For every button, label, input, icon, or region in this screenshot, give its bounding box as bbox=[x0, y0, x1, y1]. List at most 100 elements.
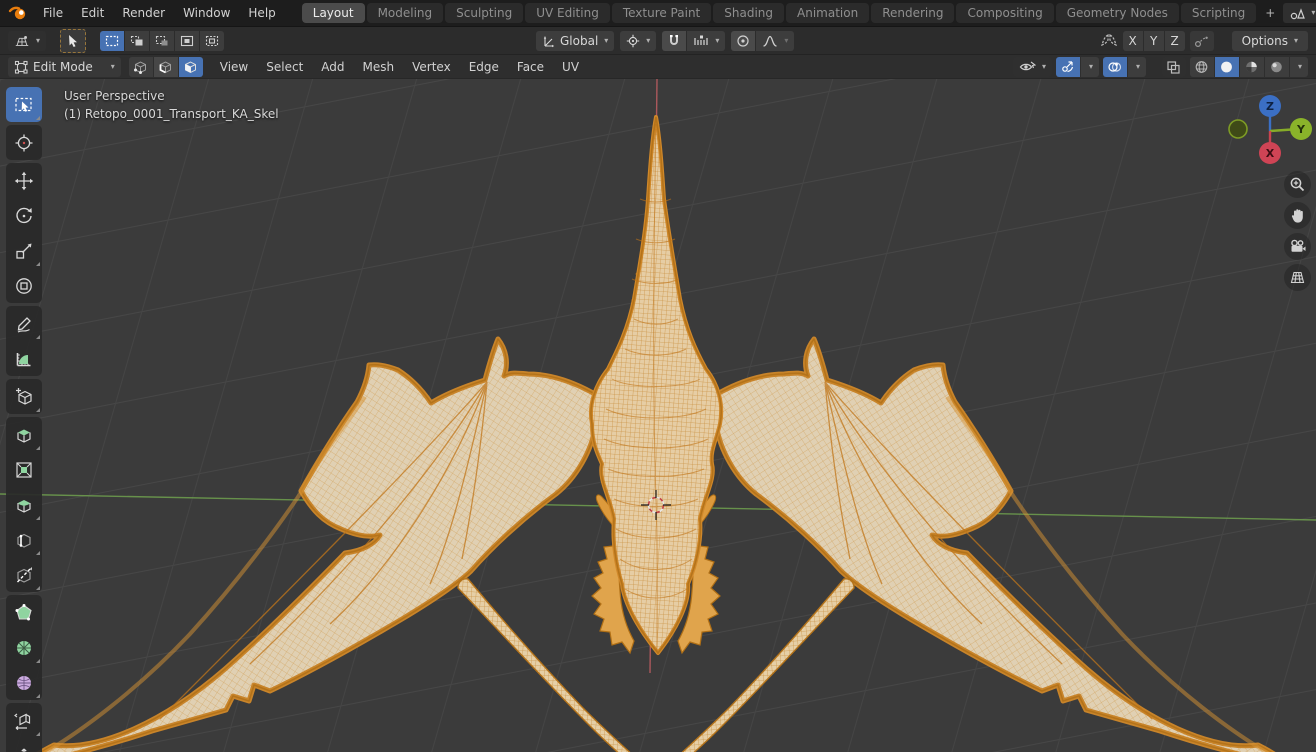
tool-edge-slide[interactable] bbox=[6, 703, 42, 738]
orthographic-toggle-button[interactable] bbox=[1284, 264, 1311, 291]
tool-shrink-fatten[interactable] bbox=[6, 738, 42, 752]
select-mode-subtract[interactable] bbox=[150, 30, 175, 51]
edit-mode-icon bbox=[14, 60, 29, 74]
editor-type-selector[interactable]: ▾ bbox=[8, 30, 47, 51]
menu-select[interactable]: Select bbox=[257, 58, 312, 76]
visibility-eye-icon bbox=[1019, 60, 1036, 73]
tab-animation[interactable]: Animation bbox=[786, 3, 870, 23]
select-mode-intersect[interactable] bbox=[200, 30, 225, 51]
tool-extrude-region[interactable] bbox=[6, 417, 42, 452]
tool-scale[interactable] bbox=[6, 233, 42, 268]
menu-vertex[interactable]: Vertex bbox=[403, 58, 460, 76]
mirror-x-button[interactable]: X bbox=[1122, 30, 1143, 51]
face-select-mode[interactable] bbox=[178, 56, 203, 77]
tool-poly-build[interactable] bbox=[6, 595, 42, 630]
mirror-y-button[interactable]: Y bbox=[1143, 30, 1164, 51]
select-mode-invert[interactable] bbox=[175, 30, 200, 51]
select-mode-set[interactable] bbox=[100, 30, 125, 51]
menu-file[interactable]: File bbox=[34, 4, 72, 22]
chevron-down-icon: ▾ bbox=[715, 35, 720, 45]
tab-texture-paint[interactable]: Texture Paint bbox=[611, 3, 712, 23]
tool-spin[interactable] bbox=[6, 630, 42, 665]
snap-individual-icon[interactable] bbox=[1189, 30, 1214, 51]
shading-rendered[interactable] bbox=[1264, 56, 1289, 77]
gizmo-axis-y-negative[interactable] bbox=[1228, 119, 1248, 139]
tool-knife[interactable] bbox=[6, 557, 42, 592]
camera-view-button[interactable] bbox=[1284, 233, 1311, 260]
tool-transform[interactable] bbox=[6, 268, 42, 303]
vertex-select-mode[interactable] bbox=[128, 56, 153, 77]
menu-edit[interactable]: Edit bbox=[72, 4, 113, 22]
active-tool-indicator[interactable] bbox=[60, 28, 87, 53]
tab-sculpting[interactable]: Sculpting bbox=[445, 3, 524, 23]
shading-mode-buttons: ▾ bbox=[1189, 56, 1308, 77]
menu-window[interactable]: Window bbox=[174, 4, 239, 22]
tab-compositing[interactable]: Compositing bbox=[956, 3, 1054, 23]
3d-viewport[interactable]: User Perspective (1) Retopo_0001_Transpo… bbox=[0, 79, 1316, 752]
tool-smooth[interactable] bbox=[6, 665, 42, 700]
tool-bevel[interactable] bbox=[6, 487, 42, 522]
menu-help[interactable]: Help bbox=[239, 4, 284, 22]
xray-toggle[interactable] bbox=[1161, 56, 1186, 77]
menu-uv[interactable]: UV bbox=[553, 58, 588, 76]
gizmo-axis-z[interactable]: Z bbox=[1259, 95, 1281, 117]
tool-rotate[interactable] bbox=[6, 198, 42, 233]
tab-rendering[interactable]: Rendering bbox=[871, 3, 955, 23]
tool-loop-cut[interactable] bbox=[6, 522, 42, 557]
scene-icon bbox=[1289, 6, 1306, 20]
object-visibility-dropdown[interactable]: ▾ bbox=[1012, 56, 1052, 77]
menu-add[interactable]: Add bbox=[312, 58, 353, 76]
tool-cursor[interactable] bbox=[6, 125, 42, 160]
menu-edge[interactable]: Edge bbox=[460, 58, 508, 76]
tab-layout[interactable]: Layout bbox=[301, 3, 365, 23]
select-mode-extend[interactable] bbox=[125, 30, 150, 51]
tool-annotate[interactable] bbox=[6, 306, 42, 341]
tab-shading[interactable]: Shading bbox=[713, 3, 784, 23]
chevron-down-icon: ▾ bbox=[110, 61, 115, 71]
mirror-icon[interactable] bbox=[1100, 33, 1118, 48]
scene-selector[interactable]: ▾ bbox=[1283, 3, 1316, 23]
shading-solid[interactable] bbox=[1214, 56, 1239, 77]
show-gizmo-toggle[interactable] bbox=[1055, 56, 1080, 77]
shading-wireframe[interactable] bbox=[1189, 56, 1214, 77]
gizmo-dropdown[interactable]: ▾ bbox=[1080, 56, 1099, 77]
menu-mesh[interactable]: Mesh bbox=[354, 58, 404, 76]
menu-face[interactable]: Face bbox=[508, 58, 553, 76]
viewport-header: Edit Mode ▾ View Select Add Mesh Vertex … bbox=[0, 54, 1316, 79]
menu-view[interactable]: View bbox=[211, 58, 257, 76]
tool-add-cube[interactable] bbox=[6, 379, 42, 414]
tab-geometry-nodes[interactable]: Geometry Nodes bbox=[1055, 3, 1179, 23]
zoom-button[interactable] bbox=[1284, 171, 1311, 198]
blender-logo[interactable] bbox=[8, 4, 28, 22]
mirror-z-button[interactable]: Z bbox=[1164, 30, 1185, 51]
tool-select-box[interactable] bbox=[6, 87, 42, 122]
snap-target-dropdown[interactable]: ▾ bbox=[687, 30, 726, 51]
tab-scripting[interactable]: Scripting bbox=[1180, 3, 1257, 23]
menu-render[interactable]: Render bbox=[113, 4, 174, 22]
options-dropdown[interactable]: Options ▾ bbox=[1231, 30, 1308, 51]
transform-orientation-dropdown[interactable]: Global ▾ bbox=[536, 30, 615, 51]
orientation-icon bbox=[542, 34, 556, 48]
pan-hand-button[interactable] bbox=[1284, 202, 1311, 229]
add-workspace-button[interactable]: + bbox=[1258, 3, 1282, 23]
navigation-gizmo[interactable]: Z Y X bbox=[1224, 79, 1316, 171]
tool-move[interactable] bbox=[6, 163, 42, 198]
shading-material-preview[interactable] bbox=[1239, 56, 1264, 77]
show-overlays-toggle[interactable] bbox=[1102, 56, 1127, 77]
tool-inset-faces[interactable] bbox=[6, 452, 42, 487]
edge-select-mode[interactable] bbox=[153, 56, 178, 77]
tool-measure[interactable] bbox=[6, 341, 42, 376]
tab-modeling[interactable]: Modeling bbox=[366, 3, 444, 23]
proportional-editing-toggle[interactable] bbox=[731, 30, 756, 51]
pivot-point-dropdown[interactable]: ▾ bbox=[620, 30, 657, 51]
gizmo-axis-y[interactable]: Y bbox=[1290, 118, 1312, 140]
viewport-nav-buttons bbox=[1284, 171, 1311, 291]
mode-dropdown[interactable]: Edit Mode ▾ bbox=[8, 56, 121, 77]
shading-dropdown[interactable]: ▾ bbox=[1289, 56, 1308, 77]
proportional-falloff-dropdown[interactable]: ▾ bbox=[756, 30, 795, 51]
overlays-dropdown[interactable]: ▾ bbox=[1127, 56, 1146, 77]
tab-uv-editing[interactable]: UV Editing bbox=[525, 3, 610, 23]
viewport-canvas[interactable] bbox=[0, 79, 1316, 752]
snap-toggle[interactable] bbox=[662, 30, 687, 51]
gizmo-axis-x[interactable]: X bbox=[1259, 142, 1281, 164]
